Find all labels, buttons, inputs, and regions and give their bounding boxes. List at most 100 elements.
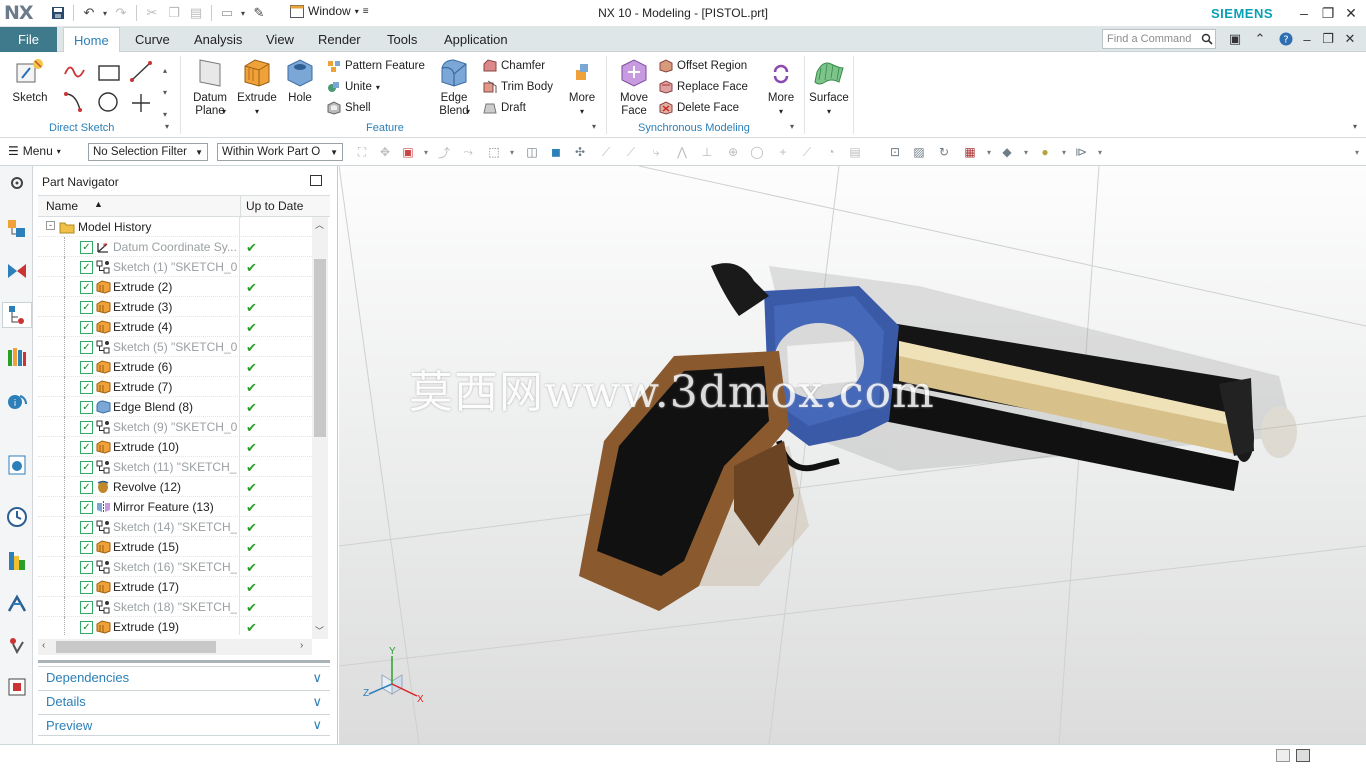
fit-view-icon[interactable]: ⊡	[887, 144, 903, 160]
sketch-button[interactable]: Sketch	[8, 56, 52, 105]
scrollbar-thumb[interactable]	[314, 259, 326, 437]
rectangle-icon[interactable]	[98, 65, 120, 81]
select-feature-icon[interactable]: ✥	[377, 144, 393, 160]
trim-body-button[interactable]: Trim Body	[483, 78, 553, 96]
visibility-checkbox[interactable]: ✓	[80, 501, 93, 514]
paste-icon[interactable]: ▤	[186, 3, 206, 23]
scroll-right-icon[interactable]: ›	[300, 640, 303, 651]
minimize-icon[interactable]: –	[1293, 3, 1315, 23]
circle-icon[interactable]	[98, 92, 118, 112]
pole-point-icon[interactable]: ▤	[847, 144, 863, 160]
rectangle-select-icon[interactable]: ⬚	[486, 144, 502, 160]
group-dropdown-icon[interactable]: ▾	[165, 122, 169, 131]
full-screen-icon[interactable]	[1276, 749, 1290, 762]
tree-row[interactable]: ✓ Extrude (19) ✔	[38, 617, 312, 635]
synchronous-more-button[interactable]: More ▾	[762, 56, 800, 118]
maximize-icon[interactable]	[310, 175, 322, 186]
edge-blend-button[interactable]: Edge Blend ▾	[432, 56, 476, 118]
visibility-checkbox[interactable]: ✓	[80, 281, 93, 294]
pattern-feature-button[interactable]: Pattern Feature	[327, 57, 425, 75]
visibility-checkbox[interactable]: ✓	[80, 241, 93, 254]
vertical-scrollbar[interactable]: ︿ ﹀	[312, 217, 328, 639]
arc-icon[interactable]	[65, 93, 81, 111]
tree-row[interactable]: ✓ Sketch (18) "SKETCH_... ✔	[38, 597, 312, 617]
tree-row[interactable]: ✓ Extrude (3) ✔	[38, 297, 312, 317]
hd3d-tools-icon[interactable]: i	[4, 388, 30, 414]
window-layout-icon[interactable]	[1296, 749, 1310, 762]
tree-row[interactable]: ✓ Edge Blend (8) ✔	[38, 397, 312, 417]
tree-row[interactable]: ✓ Extrude (15) ✔	[38, 537, 312, 557]
visibility-checkbox[interactable]: ✓	[80, 581, 93, 594]
tree-row[interactable]: ✓ Sketch (14) "SKETCH_... ✔	[38, 517, 312, 537]
menu-button[interactable]: ☰ Menu ▾	[8, 144, 61, 158]
constraint-navigator-icon[interactable]	[4, 258, 30, 284]
replace-face-button[interactable]: Replace Face	[659, 78, 748, 96]
save-icon[interactable]	[48, 3, 68, 23]
details-pane[interactable]: Details ∨	[38, 690, 330, 712]
extrude-button[interactable]: Extrude ▾	[235, 56, 279, 118]
rendering-style-icon[interactable]: ◆	[999, 144, 1015, 160]
tree-row[interactable]: ✓ Datum Coordinate Sy... ✔	[38, 237, 312, 257]
visibility-checkbox[interactable]: ✓	[80, 461, 93, 474]
sketch-gallery-arrows[interactable]: ▴ ▾ ▾	[163, 60, 167, 126]
chevron-down-icon[interactable]: ▾	[1018, 144, 1034, 160]
shell-button[interactable]: Shell	[327, 99, 371, 117]
palette-icon[interactable]	[4, 548, 30, 574]
window-menu[interactable]: Window ▾ ≡	[290, 4, 369, 18]
chamfer-button[interactable]: Chamfer	[483, 57, 545, 75]
part-navigator-icon[interactable]	[2, 302, 32, 328]
tab-tools[interactable]: Tools	[377, 27, 427, 52]
close-icon[interactable]: ✕	[1340, 3, 1362, 23]
line-icon[interactable]	[131, 62, 151, 81]
visibility-checkbox[interactable]: ✓	[80, 481, 93, 494]
delete-face-button[interactable]: Delete Face	[659, 99, 739, 117]
arc-center-icon[interactable]: ⊕	[725, 144, 741, 160]
tab-curve[interactable]: Curve	[125, 27, 180, 52]
tree-row[interactable]: ✓ Sketch (16) "SKETCH_... ✔	[38, 557, 312, 577]
tree-row[interactable]: ✓ Extrude (4) ✔	[38, 317, 312, 337]
chevron-down-icon[interactable]: ▾	[418, 144, 434, 160]
chevron-down-icon[interactable]: ▾	[1092, 144, 1108, 160]
end-point-icon[interactable]: ⟋	[598, 144, 614, 160]
visibility-checkbox[interactable]: ✓	[80, 521, 93, 534]
offset-region-button[interactable]: Offset Region	[659, 57, 747, 75]
chevron-down-icon[interactable]: ▾	[1056, 144, 1072, 160]
feature-more-button[interactable]: More ▾	[563, 56, 601, 118]
curve-rule-icon[interactable]: ⤴	[436, 144, 452, 160]
visibility-checkbox[interactable]: ✓	[80, 261, 93, 274]
settings-icon[interactable]	[4, 170, 30, 196]
visibility-checkbox[interactable]: ✓	[80, 301, 93, 314]
scrollbar-thumb[interactable]	[56, 641, 216, 653]
hole-button[interactable]: Hole	[280, 56, 320, 105]
minimize-icon[interactable]: –	[1298, 30, 1316, 48]
intersection-point-icon[interactable]: ⋀	[674, 144, 690, 160]
surface-button[interactable]: Surface ▾	[808, 56, 850, 118]
chevron-down-icon[interactable]: ▾	[504, 144, 520, 160]
tree-row[interactable]: ✓ Extrude (2) ✔	[38, 277, 312, 297]
mid-point-icon[interactable]: ⟋	[623, 144, 639, 160]
process-studio-icon[interactable]	[4, 590, 30, 616]
dependencies-pane[interactable]: Dependencies ∨	[38, 666, 330, 688]
reuse-library-icon[interactable]	[4, 344, 30, 370]
dropdown-arrow-icon[interactable]: ▾	[239, 3, 247, 23]
tree-row[interactable]: ✓ Mirror Feature (13) ✔	[38, 497, 312, 517]
stop-at-intersection-icon[interactable]: ⤳	[460, 144, 476, 160]
column-up-to-date[interactable]: Up to Date	[246, 199, 303, 213]
touch-mode-icon[interactable]: ✎	[249, 3, 269, 23]
system-scenes-icon[interactable]	[4, 674, 30, 700]
tree-row[interactable]: ✓ Sketch (5) "SKETCH_0... ✔	[38, 337, 312, 357]
rotate-icon[interactable]: ↻	[936, 144, 952, 160]
show-hide-icon[interactable]: ⧐	[1073, 144, 1089, 160]
visibility-checkbox[interactable]: ✓	[80, 601, 93, 614]
zoom-icon[interactable]: ▨	[911, 144, 927, 160]
orient-view-icon[interactable]: ▦	[962, 144, 978, 160]
undo-icon[interactable]: ↶	[79, 3, 99, 23]
column-name[interactable]: Name	[46, 199, 78, 213]
tree-row[interactable]: ✓ Extrude (10) ✔	[38, 437, 312, 457]
snap-point-icon[interactable]: ✣	[572, 144, 588, 160]
edit-section-icon[interactable]: ●	[1037, 144, 1053, 160]
move-face-button[interactable]: Move Face	[613, 56, 655, 118]
select-solid-icon[interactable]: ◫	[524, 144, 540, 160]
point-on-surface-icon[interactable]: ⟋	[799, 144, 815, 160]
selection-filter-dropdown[interactable]: No Selection Filter ▼	[88, 143, 208, 161]
